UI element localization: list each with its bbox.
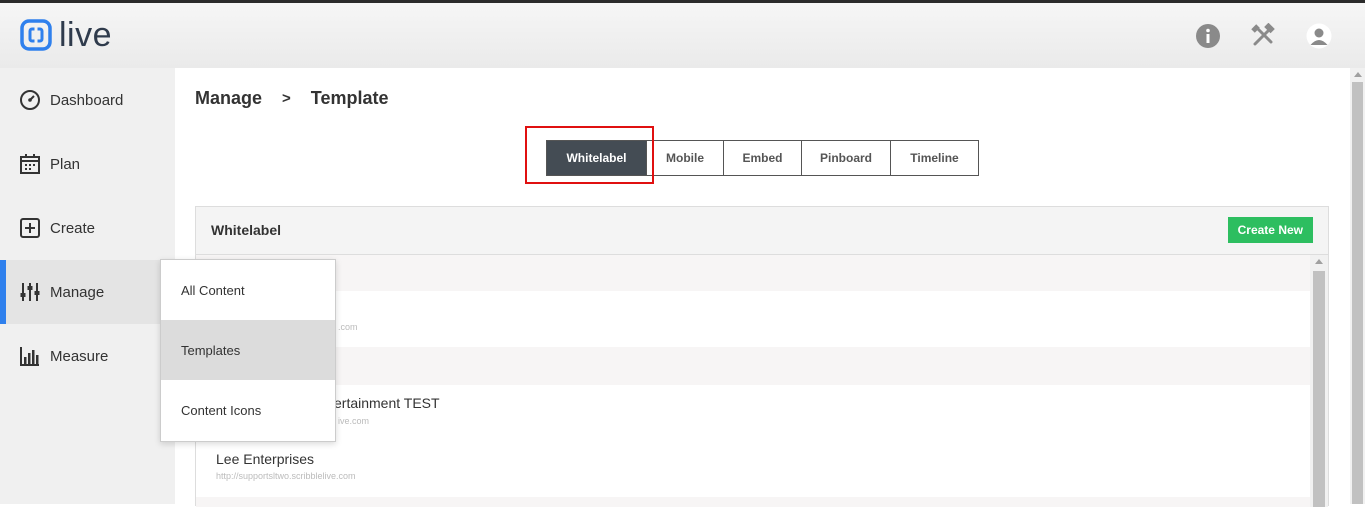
page-scrollbar[interactable] xyxy=(1350,68,1365,504)
list-item xyxy=(196,497,1311,507)
list-item[interactable]: Lee Enterprises http://supportsltwo.scri… xyxy=(196,441,1311,497)
info-icon[interactable] xyxy=(1195,23,1221,49)
list-item[interactable]: ertainment TEST ive.com xyxy=(196,385,1311,441)
breadcrumb: Manage > Template xyxy=(195,88,388,110)
breadcrumb-separator: > xyxy=(282,90,291,107)
submenu-item-label: All Content xyxy=(181,282,245,298)
list-item[interactable] xyxy=(196,255,1311,291)
dashboard-gauge-icon xyxy=(20,90,40,110)
sidebar-item-label: Plan xyxy=(50,155,81,173)
list-scrollbar[interactable] xyxy=(1310,255,1328,507)
bar-chart-icon xyxy=(20,347,39,366)
sidebar-item-measure[interactable]: Measure xyxy=(0,324,175,388)
sidebar: Dashboard Plan Create Manage Measure xyxy=(0,68,175,504)
list-item[interactable]: .com xyxy=(196,291,1311,347)
list-item[interactable] xyxy=(196,347,1311,385)
whitelabel-panel: Whitelabel Create New .com ertainment TE… xyxy=(195,206,1329,507)
user-avatar-icon[interactable] xyxy=(1306,23,1332,49)
panel-title: Whitelabel xyxy=(211,222,282,238)
logo-mark-icon xyxy=(20,19,52,51)
sidebar-item-label: Measure xyxy=(50,347,109,365)
panel-header: Whitelabel Create New xyxy=(196,207,1328,255)
tab-timeline[interactable]: Timeline xyxy=(890,141,978,175)
list-item-title: ertainment TEST xyxy=(334,395,440,411)
sidebar-item-manage[interactable]: Manage xyxy=(0,260,175,324)
submenu-item-label: Content Icons xyxy=(181,402,262,418)
tab-embed[interactable]: Embed xyxy=(723,141,801,175)
tab-pinboard[interactable]: Pinboard xyxy=(801,141,890,175)
sidebar-item-plan[interactable]: Plan xyxy=(0,132,175,196)
sidebar-item-create[interactable]: Create xyxy=(0,196,175,260)
logo-text: live xyxy=(59,16,113,54)
list-item-url: .com xyxy=(338,322,358,332)
page-scroll-up-arrow-icon[interactable] xyxy=(1354,72,1362,77)
submenu-item-content-icons[interactable]: Content Icons xyxy=(161,380,335,440)
list-item-url: ive.com xyxy=(338,416,370,426)
highlight-annotation-box xyxy=(525,126,654,184)
create-new-button[interactable]: Create New xyxy=(1227,217,1313,243)
list-item-title: Lee Enterprises xyxy=(216,451,315,467)
scroll-up-arrow-icon[interactable] xyxy=(1315,259,1323,264)
list-item-url: http://supportsltwo.scribblelive.com xyxy=(216,471,356,481)
tools-icon[interactable] xyxy=(1250,23,1276,49)
sidebar-item-label: Manage xyxy=(50,283,105,301)
calendar-icon xyxy=(20,154,40,174)
scroll-thumb[interactable] xyxy=(1313,271,1325,507)
sidebar-item-label: Create xyxy=(50,219,96,237)
sidebar-item-dashboard[interactable]: Dashboard xyxy=(0,68,175,132)
sliders-icon xyxy=(20,283,40,301)
submenu-item-templates[interactable]: Templates xyxy=(161,320,335,380)
page-scroll-thumb[interactable] xyxy=(1352,82,1363,504)
submenu-item-label: Templates xyxy=(181,342,241,358)
breadcrumb-current: Template xyxy=(310,88,389,108)
app-logo[interactable]: live xyxy=(20,18,112,52)
main-content: Manage > Template Whitelabel Mobile Embe… xyxy=(175,68,1350,507)
plus-square-icon xyxy=(20,218,40,238)
template-list: .com ertainment TEST ive.com Lee Enterpr… xyxy=(196,255,1311,507)
submenu-item-all-content[interactable]: All Content xyxy=(161,260,335,320)
manage-submenu: All Content Templates Content Icons xyxy=(160,259,336,442)
top-header: live xyxy=(0,3,1365,68)
breadcrumb-parent[interactable]: Manage xyxy=(195,88,262,110)
sidebar-item-label: Dashboard xyxy=(50,91,124,109)
tab-mobile[interactable]: Mobile xyxy=(646,141,723,175)
